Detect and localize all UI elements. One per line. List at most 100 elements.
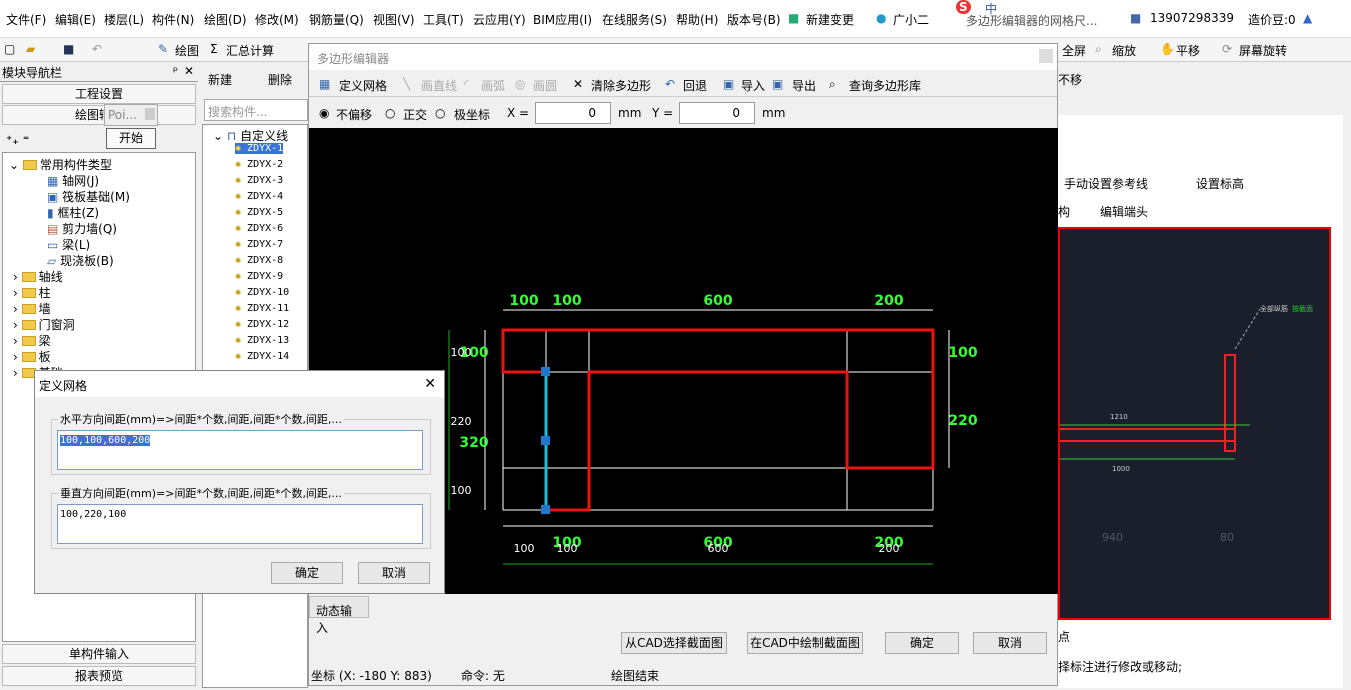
zoom-button[interactable]: 缩放	[1112, 42, 1136, 59]
list-item[interactable]: ✺ ZDYX-5	[235, 207, 283, 218]
menu-new-change[interactable]: 新建变更	[806, 11, 854, 28]
pe-cancel-button[interactable]: 取消	[973, 632, 1047, 654]
menu-version[interactable]: 版本号(B)	[727, 11, 781, 28]
draw-circle-button[interactable]: 画圆	[533, 77, 557, 94]
dialog-close-icon[interactable]: ✕	[424, 376, 436, 392]
undo-icon[interactable]: ↶	[92, 42, 102, 56]
menu-file[interactable]: 文件(F)	[6, 11, 46, 28]
tree-root[interactable]: ⌄ 常用构件类型	[9, 156, 112, 173]
report-preview-button[interactable]: 报表预览	[2, 666, 196, 686]
list-item[interactable]: ✺ ZDYX-3	[235, 175, 283, 186]
drawing-input-button[interactable]: 绘图输	[2, 105, 196, 125]
menu-tools[interactable]: 工具(T)	[423, 11, 464, 28]
sum-button[interactable]: 汇总计算	[226, 42, 274, 59]
menu-view[interactable]: 视图(V)	[373, 11, 415, 28]
dim-label: 220	[948, 413, 977, 429]
tree-folder-wall[interactable]: › 墙	[13, 300, 51, 317]
menu-draw[interactable]: 绘图(D)	[204, 11, 247, 28]
dialog-ok-button[interactable]: 确定	[271, 562, 343, 584]
list-item[interactable]: ✺ ZDYX-6	[235, 223, 283, 234]
list-item[interactable]: ✺ ZDYX-11	[235, 303, 289, 314]
draw-button[interactable]: 绘图	[175, 42, 199, 59]
query-library-button[interactable]: 查询多边形库	[849, 77, 921, 94]
vertical-spacing-input[interactable]: 100,220,100	[57, 504, 423, 544]
dialog-cancel-button[interactable]: 取消	[358, 562, 430, 584]
tree-folder-opening[interactable]: › 门窗洞	[13, 316, 75, 333]
radio-ortho[interactable]: ○	[385, 106, 395, 120]
phone-number[interactable]: 13907298339	[1150, 11, 1234, 25]
poi-label: Poi...	[108, 108, 137, 122]
bell-icon[interactable]: ▲	[1303, 11, 1312, 25]
menu-rebar[interactable]: 钢筋量(Q)	[309, 11, 364, 28]
horizontal-spacing-input[interactable]: 100,100,600,200	[57, 430, 423, 470]
new-button[interactable]: 新建	[208, 71, 232, 88]
ref-line-button[interactable]: 手动设置参考线	[1064, 175, 1148, 192]
list-root[interactable]: ⌄ ⊓ 自定义线	[213, 127, 288, 144]
menu-help[interactable]: 帮助(H)	[676, 11, 718, 28]
pe-ok-button[interactable]: 确定	[885, 632, 959, 654]
list-item[interactable]: ✺ ZDYX-4	[235, 191, 283, 202]
no-move-button[interactable]: 不移	[1058, 71, 1082, 88]
x-input[interactable]: 0	[535, 102, 611, 124]
menu-modify[interactable]: 修改(M)	[255, 11, 299, 28]
tree-item-axis[interactable]: ▦ 轴网(J)	[47, 172, 99, 189]
menu-edit[interactable]: 编辑(E)	[55, 11, 96, 28]
undo-button[interactable]: 回退	[683, 77, 707, 94]
menu-cloud[interactable]: 云应用(Y)	[473, 11, 526, 28]
pan-button[interactable]: 平移	[1176, 42, 1200, 59]
radio-no-offset[interactable]: ◉	[319, 106, 329, 120]
list-item[interactable]: ✺ ZDYX-7	[235, 239, 283, 250]
select-from-cad-button[interactable]: 从CAD选择截面图	[621, 632, 727, 654]
tree-item-column[interactable]: ▮ 框柱(Z)	[47, 204, 99, 221]
tree-folder-column[interactable]: › 柱	[13, 284, 51, 301]
tree-folder-slab[interactable]: › 板	[13, 348, 51, 365]
rotate-button[interactable]: 屏幕旋转	[1239, 42, 1287, 59]
list-item[interactable]: ✺ ZDYX-2	[235, 159, 283, 170]
save-icon[interactable]: ■	[63, 42, 74, 56]
menu-online[interactable]: 在线服务(S)	[602, 11, 667, 28]
list-item[interactable]: ✺ ZDYX-12	[235, 319, 289, 330]
delete-button[interactable]: 删除	[268, 71, 292, 88]
edit-end-button[interactable]: 编辑端头	[1100, 203, 1148, 220]
list-item[interactable]: ✺ ZDYX-10	[235, 287, 289, 298]
elevation-button[interactable]: 设置标高	[1196, 175, 1244, 192]
draw-in-cad-button[interactable]: 在CAD中绘制截面图	[747, 632, 863, 654]
draw-line-button[interactable]: 画直线	[421, 77, 457, 94]
new-file-icon[interactable]: ▢	[4, 42, 15, 56]
pe-close-icon[interactable]	[1039, 49, 1053, 63]
fullscreen-button[interactable]: 全屏	[1062, 42, 1086, 59]
pin-icon[interactable]: ᵖ	[173, 64, 178, 78]
tree-item-raft[interactable]: ▣ 筏板基础(M)	[47, 188, 130, 205]
poi-close-icon[interactable]	[145, 108, 155, 120]
project-settings-button[interactable]: 工程设置	[2, 84, 196, 104]
single-input-button[interactable]: 单构件输入	[2, 644, 196, 664]
component-icon: ✺	[235, 335, 248, 346]
radio-polar[interactable]: ○	[435, 106, 445, 120]
dynamic-input-tab[interactable]: 动态输入	[309, 596, 369, 635]
start-button[interactable]: 开始	[106, 128, 156, 149]
tree-folder-beam[interactable]: › 梁	[13, 332, 51, 349]
export-button[interactable]: 导出	[792, 77, 816, 94]
menu-bim[interactable]: BIM应用(I)	[533, 11, 592, 28]
menu-component[interactable]: 构件(N)	[152, 11, 194, 28]
list-item[interactable]: ✺ ZDYX-9	[235, 271, 283, 282]
tree-item-beam[interactable]: ▭ 梁(L)	[47, 236, 90, 253]
search-input[interactable]: 搜索构件...	[204, 99, 308, 121]
tree-folder-axisline[interactable]: › 轴线	[13, 268, 63, 285]
draw-arc-button[interactable]: 画弧	[481, 77, 505, 94]
list-item[interactable]: ✺ ZDYX-1	[235, 143, 284, 154]
expand-all-icon[interactable]: ⁺₊ ⁼	[6, 133, 29, 147]
import-button[interactable]: 导入	[741, 77, 765, 94]
y-input[interactable]: 0	[679, 102, 755, 124]
open-folder-icon[interactable]: ▰	[26, 42, 35, 56]
list-item[interactable]: ✺ ZDYX-14	[235, 351, 289, 362]
list-item[interactable]: ✺ ZDYX-8	[235, 255, 283, 266]
define-grid-button[interactable]: 定义网格	[339, 77, 387, 94]
tree-item-slab[interactable]: ▱ 现浇板(B)	[47, 252, 114, 269]
menu-floor[interactable]: 楼层(L)	[104, 11, 144, 28]
menu-assistant[interactable]: 广小二	[893, 11, 929, 28]
clear-polygon-button[interactable]: 清除多边形	[591, 77, 651, 94]
tree-item-shearwall[interactable]: ▤ 剪力墙(Q)	[47, 220, 117, 237]
close-icon[interactable]: ✕	[184, 64, 194, 78]
list-item[interactable]: ✺ ZDYX-13	[235, 335, 289, 346]
